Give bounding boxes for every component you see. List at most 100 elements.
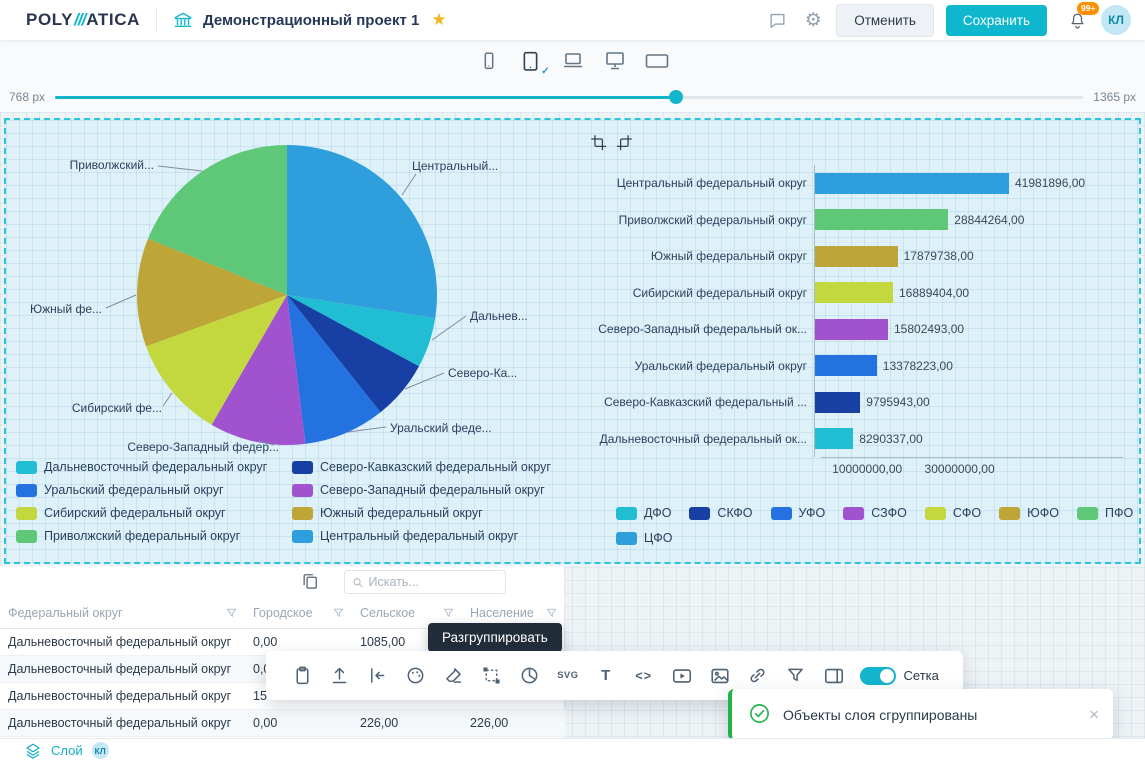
save-button[interactable]: Сохранить — [946, 5, 1047, 36]
layout-icon[interactable] — [822, 664, 846, 688]
code-icon[interactable]: <> — [632, 664, 656, 688]
bar-category-label: Центральный федеральный округ — [584, 176, 814, 190]
filter-funnel-icon[interactable] — [333, 607, 344, 618]
cancel-button[interactable]: Отменить — [836, 4, 934, 37]
legend-item[interactable]: Уральский федеральный округ — [16, 483, 292, 497]
legend-item[interactable]: СКФО — [689, 506, 752, 520]
collapse-left-icon[interactable] — [366, 664, 390, 688]
bar[interactable] — [815, 282, 893, 303]
min-width-label: 768 px — [9, 90, 45, 104]
bar-category-label: Уральский федеральный округ — [584, 359, 814, 373]
bell-icon[interactable]: 99+ — [1063, 6, 1091, 34]
legend-item[interactable]: Сибирский федеральный округ — [16, 506, 292, 520]
svg-icon[interactable]: SVG — [556, 664, 580, 688]
device-tablet-icon[interactable]: ✓ — [518, 48, 544, 74]
crop-alt-icon[interactable] — [616, 134, 634, 152]
upload-icon[interactable] — [328, 664, 352, 688]
top-bar: POLY///ATICA Демонстрационный проект 1 ★… — [0, 0, 1145, 40]
bar[interactable] — [815, 173, 1009, 194]
legend-item[interactable]: ЦФО — [616, 531, 672, 545]
legend-swatch — [16, 530, 37, 543]
pie-callout-label: Приволжский... — [70, 158, 154, 172]
selected-check-icon: ✓ — [541, 66, 549, 77]
logo-slashes: /// — [74, 10, 85, 29]
column-header[interactable]: Городское — [245, 598, 352, 628]
toast-close-icon[interactable]: × — [1089, 706, 1099, 723]
bar[interactable] — [815, 319, 888, 340]
bar-row: Северо-Кавказский федеральный ...9795943… — [584, 384, 1136, 421]
bar-value-label: 8290337,00 — [859, 432, 922, 446]
ungroup-icon[interactable] — [480, 664, 504, 688]
legend-label: Дальневосточный федеральный округ — [44, 460, 267, 474]
filter-funnel-icon[interactable] — [443, 607, 454, 618]
palette-icon[interactable] — [404, 664, 428, 688]
column-header-label: Федеральный округ — [8, 606, 123, 620]
legend-item[interactable]: Дальневосточный федеральный округ — [16, 460, 292, 474]
legend-item[interactable]: ПФО — [1077, 506, 1133, 520]
x-axis-tick: 10000000,00 — [832, 462, 902, 476]
legend-item[interactable]: СФО — [925, 506, 981, 520]
video-icon[interactable] — [670, 664, 694, 688]
crop-icon[interactable] — [590, 134, 608, 152]
paste-icon[interactable] — [290, 664, 314, 688]
slider-handle[interactable] — [669, 90, 683, 104]
chat-icon[interactable] — [764, 7, 790, 33]
pie-callout-label: Центральный... — [412, 159, 498, 173]
filter-funnel-icon[interactable] — [226, 607, 237, 618]
bar[interactable] — [815, 428, 853, 449]
legend-item[interactable]: УФО — [771, 506, 826, 520]
layer-label[interactable]: Слой — [51, 743, 83, 758]
avatar[interactable]: КЛ — [1101, 5, 1131, 35]
column-header-label: Население — [470, 606, 534, 620]
device-widescreen-icon[interactable] — [644, 48, 670, 74]
legend-item[interactable]: Центральный федеральный округ — [292, 529, 551, 543]
bar-chart-widget[interactable]: Центральный федеральный округ41981896,00… — [584, 165, 1136, 477]
legend-swatch — [925, 507, 946, 520]
legend-item[interactable]: СЗФО — [843, 506, 907, 520]
width-slider[interactable] — [55, 90, 1083, 104]
status-bar: Слой КЛ — [0, 738, 1145, 762]
time-chart-icon[interactable] — [518, 664, 542, 688]
bar[interactable] — [815, 392, 860, 413]
logo: POLY///ATICA — [26, 10, 140, 30]
app-window: POLY///ATICA Демонстрационный проект 1 ★… — [0, 0, 1145, 762]
grid-toggle-label: Сетка — [904, 668, 939, 683]
column-header-label: Сельское — [360, 606, 415, 620]
filter-icon[interactable] — [784, 664, 808, 688]
legend-label: ПФО — [1105, 506, 1133, 520]
grid-toggle[interactable] — [860, 667, 896, 685]
filter-funnel-icon[interactable] — [546, 607, 557, 618]
gear-icon[interactable]: ⚙ — [800, 7, 826, 33]
legend-item[interactable]: Приволжский федеральный округ — [16, 529, 292, 543]
copy-icon[interactable] — [300, 571, 324, 593]
layers-icon[interactable] — [24, 742, 42, 760]
bar-category-label: Северо-Западный федеральный ок... — [584, 322, 814, 336]
eraser-icon[interactable] — [442, 664, 466, 688]
legend-item[interactable]: ДФО — [616, 506, 671, 520]
pie-callout-label: Сибирский фе... — [72, 401, 162, 415]
tooltip: Разгруппировать — [428, 623, 562, 652]
bar-row: Центральный федеральный округ41981896,00 — [584, 165, 1136, 202]
device-laptop-icon[interactable] — [560, 48, 586, 74]
column-header[interactable]: Федеральный округ — [0, 598, 245, 628]
bar[interactable] — [815, 355, 877, 376]
bar[interactable] — [815, 246, 898, 267]
legend-item[interactable]: Северо-Западный федеральный округ — [292, 483, 551, 497]
canvas-selection[interactable]: Центральный... Дальнев... Северо-Ка... У… — [4, 118, 1141, 564]
bar[interactable] — [815, 209, 948, 230]
bar-value-label: 17879738,00 — [904, 249, 974, 263]
bar-row: Приволжский федеральный округ28844264,00 — [584, 202, 1136, 239]
legend-label: Сибирский федеральный округ — [44, 506, 226, 520]
link-icon[interactable] — [746, 664, 770, 688]
search-input[interactable] — [369, 575, 498, 589]
legend-item[interactable]: ЮФО — [999, 506, 1059, 520]
favorite-star-icon[interactable]: ★ — [431, 10, 446, 30]
device-monitor-icon[interactable] — [602, 48, 628, 74]
bar-category-label: Южный федеральный округ — [584, 249, 814, 263]
device-phone-icon[interactable] — [476, 48, 502, 74]
text-icon[interactable]: T — [594, 664, 618, 688]
legend-item[interactable]: Северо-Кавказский федеральный округ — [292, 460, 551, 474]
table-row[interactable]: Дальневосточный федеральный округ0,00226… — [0, 709, 565, 736]
legend-item[interactable]: Южный федеральный округ — [292, 506, 551, 520]
image-icon[interactable] — [708, 664, 732, 688]
